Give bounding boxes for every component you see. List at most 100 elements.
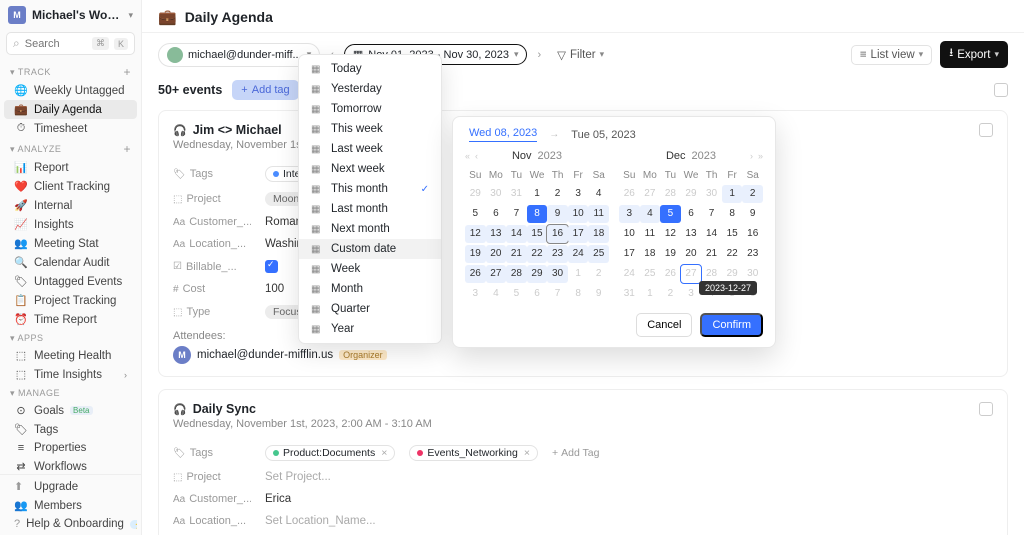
calendar-day[interactable]: 13 (486, 225, 507, 243)
account-filter[interactable]: michael@dunder-miff... ▾ (158, 43, 320, 67)
sidebar-item[interactable]: ⬚Meeting Health (4, 346, 137, 365)
calendar-day[interactable]: 9 (742, 205, 763, 223)
help-link[interactable]: ?Help & Onboarding⚡4/5 (4, 515, 137, 533)
add-analyze-item[interactable]: + (123, 142, 131, 156)
calendar-day[interactable]: 25 (640, 265, 661, 283)
calendar-day[interactable]: 1 (722, 185, 743, 203)
expand-icon[interactable] (994, 83, 1008, 97)
calendar-day[interactable]: 27 (681, 265, 702, 283)
calendar-day[interactable]: 19 (465, 245, 486, 263)
calendar-day[interactable]: 5 (465, 205, 486, 223)
preset-option[interactable]: ▦This week (299, 119, 441, 139)
sidebar-item[interactable]: ⏱Timesheet (4, 119, 137, 138)
calendar-day[interactable]: 4 (588, 185, 609, 203)
calendar-day[interactable]: 26 (465, 265, 486, 283)
calendar-day[interactable]: 7 (506, 205, 527, 223)
calendar-day[interactable]: 1 (640, 285, 661, 303)
preset-option[interactable]: ▦Year (299, 319, 441, 339)
calendar-day[interactable]: 24 (619, 265, 640, 283)
calendar-day[interactable]: 8 (722, 205, 743, 223)
calendar-day[interactable]: 27 (640, 185, 661, 203)
calendar-day[interactable]: 28 (660, 185, 681, 203)
preset-option[interactable]: ▦Next month (299, 219, 441, 239)
sidebar-item[interactable]: 🔍Calendar Audit (4, 253, 137, 272)
calendar-day[interactable]: 2 (547, 185, 568, 203)
calendar-day[interactable]: 3 (568, 185, 589, 203)
calendar-day[interactable]: 11 (640, 225, 661, 243)
calendar-day[interactable]: 17 (568, 225, 589, 243)
listview-button[interactable]: ≡ List view ▾ (851, 45, 932, 65)
preset-option[interactable]: ▦Quarter (299, 299, 441, 319)
sidebar-item[interactable]: ⊙GoalsBeta (4, 401, 137, 420)
calendar-day[interactable]: 12 (465, 225, 486, 243)
calendar-day[interactable]: 23 (742, 245, 763, 263)
calendar-day[interactable]: 8 (527, 205, 548, 223)
expand-icon[interactable] (979, 402, 993, 416)
upgrade-link[interactable]: ⬆Upgrade (4, 477, 137, 496)
preset-option[interactable]: ▦Today (299, 59, 441, 79)
sidebar-item[interactable]: ⇄Workflows (4, 457, 137, 474)
calendar-day[interactable]: 29 (527, 265, 548, 283)
preset-option[interactable]: ▦Month (299, 279, 441, 299)
calendar-day[interactable]: 1 (527, 185, 548, 203)
next-month[interactable]: › (750, 151, 753, 161)
workspace-switcher[interactable]: M Michael's Workspace ▾ (0, 0, 141, 30)
calendar-day[interactable]: 29 (681, 185, 702, 203)
add-track-item[interactable]: + (123, 65, 131, 79)
cancel-button[interactable]: Cancel (636, 313, 692, 337)
calendar-day[interactable]: 7 (701, 205, 722, 223)
calendar-day[interactable]: 12 (660, 225, 681, 243)
add-tag-button[interactable]: + Add tag (232, 80, 298, 100)
sidebar-item[interactable]: 🏷Untagged Events (4, 272, 137, 291)
preset-option[interactable]: ▦Last month (299, 199, 441, 219)
add-tag-inline[interactable]: + Add Tag (552, 447, 599, 459)
calendar-day[interactable]: 10 (568, 205, 589, 223)
calendar-day[interactable]: 31 (506, 185, 527, 203)
calendar-day[interactable]: 8 (568, 285, 589, 303)
calendar-day[interactable]: 4 (486, 285, 507, 303)
sidebar-item[interactable]: 📊Report (4, 158, 137, 177)
calendar-day[interactable]: 13 (681, 225, 702, 243)
preset-option[interactable]: ▦Custom date (299, 239, 441, 259)
calendar-day[interactable]: 9 (588, 285, 609, 303)
export-button[interactable]: ⭳ Export ▾ (940, 41, 1008, 68)
calendar-day[interactable]: 6 (681, 205, 702, 223)
range-to[interactable]: Tue 05, 2023 (571, 129, 635, 141)
search-input-wrap[interactable]: ⌕ ⌘ K (6, 32, 135, 55)
sidebar-item[interactable]: 🏷Tags (4, 420, 137, 439)
filter-button[interactable]: ▽ Filter ▾ (551, 45, 610, 65)
prev-month[interactable]: ‹ (475, 151, 478, 161)
calendar-day[interactable]: 24 (568, 245, 589, 263)
cost-value[interactable]: 100 (265, 283, 284, 295)
tag-chip[interactable]: Product:Documents× (265, 445, 395, 461)
remove-tag-icon[interactable]: × (524, 447, 530, 459)
calendar-day[interactable]: 10 (619, 225, 640, 243)
calendar-day[interactable]: 11 (588, 205, 609, 223)
calendar-day[interactable]: 26 (619, 185, 640, 203)
calendar-day[interactable]: 9 (547, 205, 568, 223)
calendar-day[interactable]: 2 (660, 285, 681, 303)
calendar-day[interactable]: 5 (506, 285, 527, 303)
sidebar-item[interactable]: 📈Insights (4, 215, 137, 234)
calendar-day[interactable]: 14 (701, 225, 722, 243)
sidebar-item[interactable]: 📋Project Tracking (4, 291, 137, 310)
sidebar-item[interactable]: ❤️Client Tracking (4, 177, 137, 196)
preset-option[interactable]: ▦Tomorrow (299, 99, 441, 119)
sidebar-item[interactable]: 🌐Weekly Untagged (4, 81, 137, 100)
calendar-day[interactable]: 30 (547, 265, 568, 283)
calendar-day[interactable]: 29 (465, 185, 486, 203)
calendar-day[interactable]: 14 (506, 225, 527, 243)
calendar-day[interactable]: 3 (619, 205, 640, 223)
expand-icon[interactable] (979, 123, 993, 137)
remove-tag-icon[interactable]: × (381, 447, 387, 459)
members-link[interactable]: 👥Members (4, 496, 137, 515)
calendar-day[interactable]: 5 (660, 205, 681, 223)
calendar-day[interactable]: 28 (506, 265, 527, 283)
calendar-day[interactable]: 30 (701, 185, 722, 203)
customer-value[interactable]: Erica (265, 493, 291, 505)
calendar-day[interactable]: 6 (486, 205, 507, 223)
calendar-day[interactable]: 18 (588, 225, 609, 243)
search-input[interactable] (25, 38, 87, 50)
calendar-day[interactable]: 22 (722, 245, 743, 263)
calendar-day[interactable]: 19 (660, 245, 681, 263)
